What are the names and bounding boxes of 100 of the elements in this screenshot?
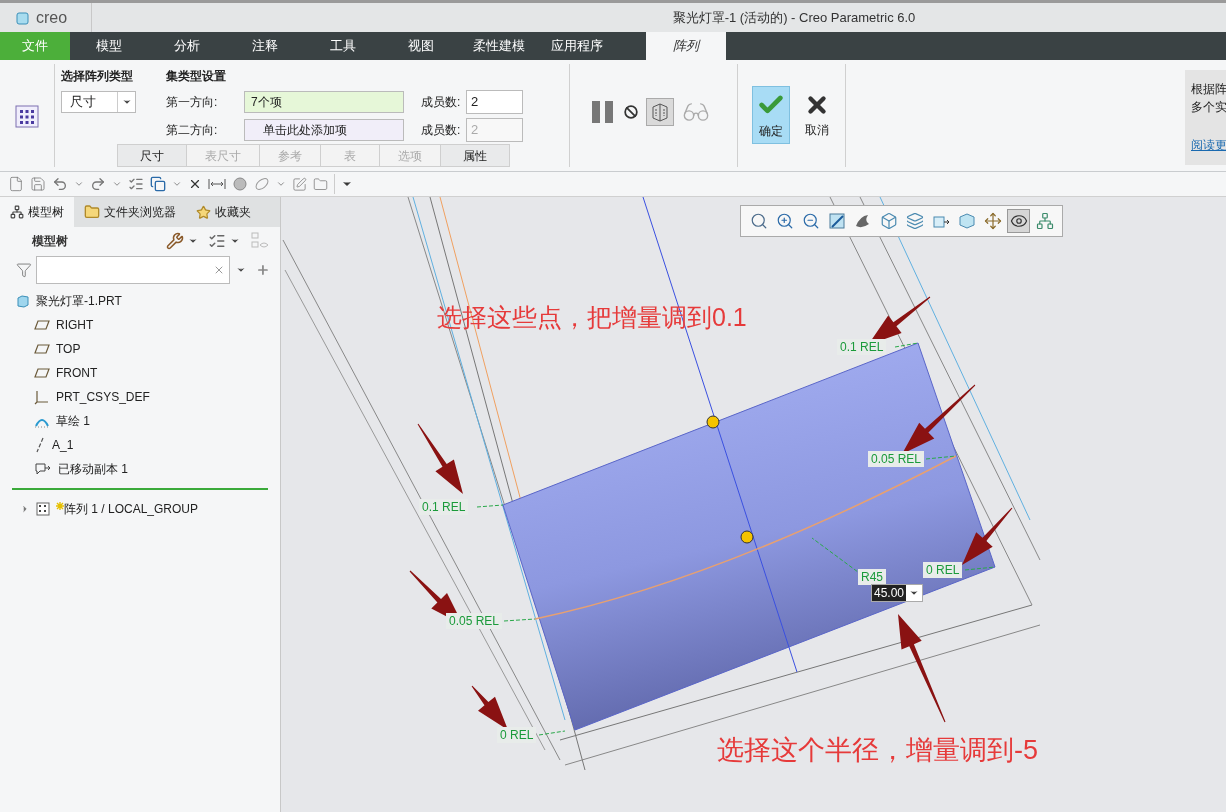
menu-tab[interactable]: 柔性建模 bbox=[460, 32, 538, 60]
tree-item[interactable]: TOP bbox=[56, 340, 81, 358]
axis-line-icon bbox=[34, 437, 46, 453]
repaint-icon[interactable] bbox=[827, 212, 846, 230]
menu-tab[interactable]: 模型 bbox=[70, 32, 148, 60]
caret-icon[interactable] bbox=[236, 265, 247, 275]
zoom-in-icon[interactable] bbox=[775, 212, 794, 230]
sphere-icon[interactable] bbox=[232, 176, 248, 192]
leader-line bbox=[894, 342, 919, 348]
menu-tab[interactable]: 注释 bbox=[226, 32, 304, 60]
tree-item[interactable]: FRONT bbox=[56, 364, 98, 382]
caret-icon bbox=[121, 97, 132, 107]
group-label: 集类型设置 bbox=[166, 68, 227, 85]
search-icon[interactable] bbox=[749, 212, 768, 230]
panel-tab[interactable]: 收藏夹 bbox=[186, 197, 261, 227]
ellipse-icon[interactable] bbox=[254, 176, 270, 192]
axes-icon bbox=[34, 389, 50, 405]
plane-icon bbox=[34, 319, 50, 331]
panel-header: 模型树 bbox=[32, 233, 68, 250]
edit-icon[interactable] bbox=[292, 176, 307, 192]
group-label: 选择阵列类型 bbox=[61, 68, 134, 85]
no-entry-icon[interactable] bbox=[624, 104, 638, 119]
type-dropdown[interactable]: 尺寸 bbox=[61, 91, 136, 113]
tree-icon bbox=[10, 205, 24, 219]
close-window-icon[interactable] bbox=[188, 177, 202, 191]
plane-icon bbox=[34, 343, 50, 355]
panel-tab[interactable]: 属性 bbox=[440, 144, 510, 167]
pointer-arrow bbox=[471, 685, 508, 730]
field-label: 成员数: bbox=[421, 121, 462, 139]
transparent-cube-icon[interactable] bbox=[957, 212, 976, 230]
node-branch-icon[interactable] bbox=[1035, 212, 1054, 230]
caret-icon[interactable] bbox=[909, 588, 920, 598]
star-folder-icon bbox=[196, 204, 211, 220]
plane-icon bbox=[34, 367, 50, 379]
confirm-button[interactable]: 确定 bbox=[752, 86, 790, 144]
undo-icon[interactable] bbox=[52, 176, 68, 192]
speech-arrow-icon bbox=[34, 462, 52, 476]
tree-item[interactable]: 聚光灯罩-1.PRT bbox=[36, 292, 122, 310]
menu-tab[interactable]: 视图 bbox=[382, 32, 460, 60]
menu-tab[interactable]: 应用程序 bbox=[538, 32, 616, 60]
menu-tab[interactable]: 工具 bbox=[304, 32, 382, 60]
menu-tab[interactable]: 阵列 bbox=[646, 32, 726, 60]
cube-icon[interactable] bbox=[879, 212, 898, 230]
leader-line bbox=[925, 455, 957, 460]
leader-line bbox=[964, 566, 996, 571]
tree-item[interactable]: RIGHT bbox=[56, 316, 94, 334]
menu-tab[interactable]: 分析 bbox=[148, 32, 226, 60]
tree-item[interactable]: 已移动副本 1 bbox=[58, 460, 128, 478]
help-text: 多个实 bbox=[1191, 99, 1226, 116]
search-field[interactable] bbox=[35, 256, 231, 284]
leader-line bbox=[476, 504, 504, 508]
collector-field[interactable]: 单击此处添加项 bbox=[244, 118, 404, 141]
panel-tab[interactable]: 文件夹浏览器 bbox=[74, 197, 186, 227]
caret-icon[interactable] bbox=[230, 236, 240, 246]
pause-icon[interactable] bbox=[590, 99, 616, 124]
pattern-grid-icon bbox=[36, 502, 50, 516]
cube-icon bbox=[16, 294, 30, 308]
panel-tab[interactable]: 尺寸 bbox=[117, 144, 187, 167]
expand-caret-icon[interactable] bbox=[20, 504, 30, 514]
datum-axes-icon[interactable] bbox=[983, 212, 1002, 230]
caret-icon[interactable] bbox=[188, 236, 198, 246]
help-text: 根据阵 bbox=[1191, 81, 1226, 98]
app-logo: creo bbox=[36, 7, 68, 28]
field-label: 成员数: bbox=[421, 93, 462, 111]
read-more-link[interactable]: 阅读更 bbox=[1191, 136, 1226, 154]
tree-item[interactable]: 阵列 1 / LOCAL_GROUP bbox=[64, 500, 199, 518]
pointer-arrow bbox=[962, 507, 1013, 565]
leader-line bbox=[538, 730, 566, 736]
tree-item[interactable]: A_1 bbox=[52, 436, 74, 454]
cancel-button[interactable]: 取消 bbox=[798, 86, 836, 144]
filter-icon[interactable] bbox=[16, 262, 32, 278]
zoom-out-icon[interactable] bbox=[801, 212, 820, 230]
open-folder-icon[interactable] bbox=[313, 176, 328, 192]
add-icon[interactable] bbox=[256, 263, 270, 277]
panel-tab[interactable]: 模型树 bbox=[0, 197, 74, 227]
dimension-input[interactable]: 45.00 bbox=[871, 584, 924, 602]
save-icon[interactable] bbox=[30, 176, 46, 192]
tree-item[interactable]: 草绘 1 bbox=[56, 412, 90, 430]
collector-field[interactable]: 7个项 bbox=[244, 90, 404, 113]
asterisk-icon bbox=[56, 502, 64, 510]
windows-icon[interactable] bbox=[150, 176, 166, 192]
pointer-arrow bbox=[417, 423, 463, 494]
tree-item[interactable]: PRT_CSYS_DEF bbox=[56, 388, 150, 406]
annotation-text: 选择这个半径，增量调到-5 bbox=[717, 734, 1038, 767]
annotation-eye-icon[interactable] bbox=[1009, 212, 1028, 230]
list-icon[interactable] bbox=[208, 232, 226, 250]
drag-handle-icon[interactable] bbox=[740, 530, 754, 544]
dimension-icon[interactable] bbox=[208, 177, 226, 191]
count-input[interactable]: 2 bbox=[466, 89, 523, 114]
annotation-text: 选择这些点，把增量调到0.1 bbox=[437, 302, 747, 333]
drag-handle-icon[interactable] bbox=[706, 415, 720, 429]
field-label: 第二方向: bbox=[166, 121, 219, 139]
redo-icon[interactable] bbox=[90, 176, 106, 192]
layers-icon[interactable] bbox=[905, 212, 924, 230]
window-title: 聚光灯罩-1 (活动的) - Creo Parametric 6.0 bbox=[672, 8, 916, 27]
regenerate-icon[interactable] bbox=[128, 176, 144, 192]
tools-icon[interactable] bbox=[166, 232, 184, 250]
cube-icon bbox=[16, 10, 30, 25]
new-file-icon[interactable] bbox=[8, 176, 24, 192]
leader-line bbox=[503, 618, 536, 622]
